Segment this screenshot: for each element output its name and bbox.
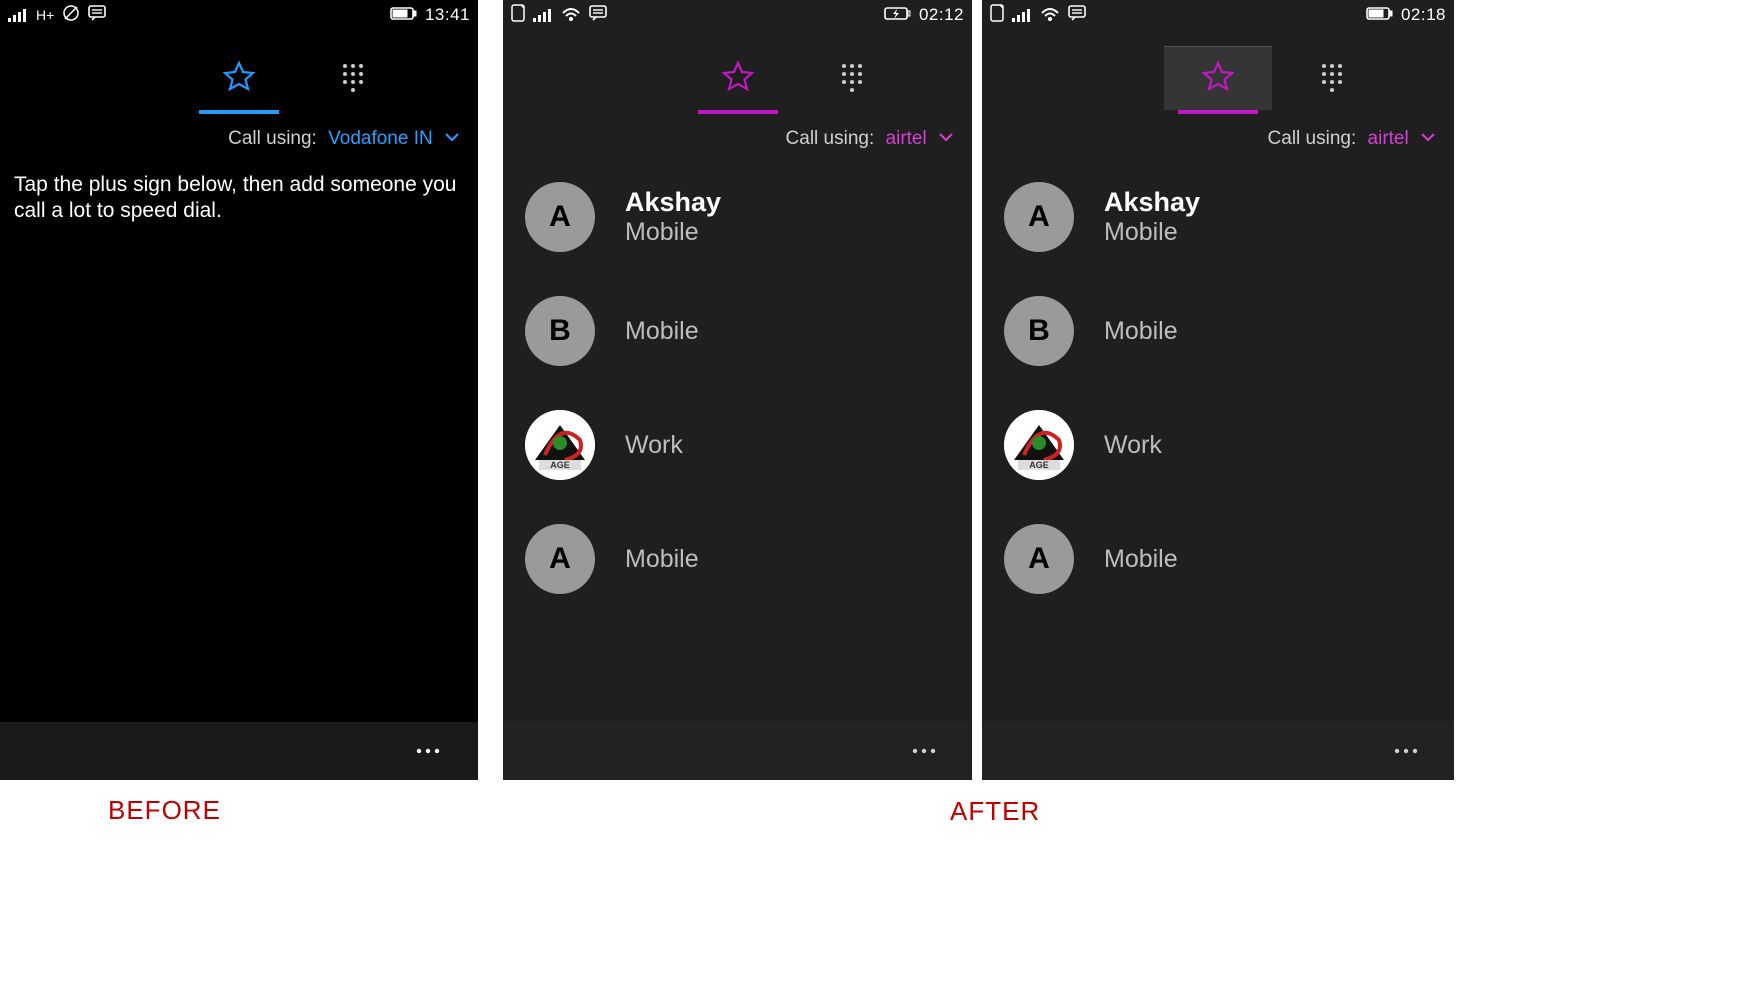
message-icon (88, 4, 106, 26)
list-item[interactable]: Work (503, 388, 972, 502)
contact-type: Mobile (625, 218, 721, 247)
wifi-icon (1040, 5, 1060, 25)
location-off-icon (62, 4, 80, 26)
call-using-row[interactable]: Call using: airtel (503, 122, 972, 154)
phone-after-1: 02:12 Call using: airtel A Akshay Mobile… (503, 0, 972, 780)
voicemail-button[interactable] (166, 729, 210, 773)
message-icon (589, 4, 607, 26)
call-using-row[interactable]: Call using: Vodafone IN (0, 122, 478, 154)
carrier-name: airtel (1368, 128, 1409, 149)
tab-speed-dial[interactable] (1188, 52, 1248, 100)
chevron-down-icon (938, 126, 954, 148)
chevron-down-icon (444, 126, 460, 148)
contact-type: Mobile (1104, 545, 1178, 574)
battery-charging-icon (884, 5, 911, 26)
sim-icon (990, 4, 1004, 26)
tab-strip (982, 28, 1454, 100)
tab-strip (0, 28, 478, 100)
contact-type: Mobile (1104, 317, 1178, 346)
caption-after: AFTER (950, 796, 1040, 827)
tab-dialpad[interactable] (1302, 52, 1362, 100)
add-button[interactable] (814, 729, 858, 773)
tab-history[interactable] (95, 52, 155, 100)
sim-icon (511, 4, 525, 26)
list-item[interactable]: A Mobile (503, 502, 972, 616)
call-using-label: Call using: (228, 128, 317, 149)
tab-history[interactable] (1074, 52, 1134, 100)
speed-dial-list: A Akshay Mobile B Mobile Work A (503, 160, 972, 616)
list-item[interactable]: A Akshay Mobile (982, 160, 1454, 274)
voicemail-button[interactable] (1120, 729, 1164, 773)
contact-type: Mobile (625, 545, 699, 574)
tab-strip (503, 28, 972, 100)
tab-speed-dial[interactable] (209, 52, 269, 100)
contact-type: Work (1104, 431, 1162, 460)
avatar-logo (1004, 410, 1074, 480)
list-item[interactable]: A Mobile (982, 502, 1454, 616)
signal-icon (533, 8, 553, 23)
app-bar (503, 722, 972, 780)
contact-type: Mobile (1104, 218, 1200, 247)
tab-dialpad[interactable] (323, 52, 383, 100)
clock: 13:41 (425, 5, 470, 25)
avatar: A (1004, 182, 1074, 252)
status-bar: 02:18 (982, 0, 1454, 28)
more-button[interactable] (406, 729, 450, 773)
tab-dialpad[interactable] (822, 52, 882, 100)
status-bar: 02:12 (503, 0, 972, 28)
list-item[interactable]: B Mobile (982, 274, 1454, 388)
people-button[interactable] (726, 729, 770, 773)
people-button[interactable] (246, 729, 290, 773)
avatar: A (1004, 524, 1074, 594)
clock: 02:18 (1401, 5, 1446, 25)
app-bar (0, 722, 478, 780)
message-icon (1068, 4, 1086, 26)
phone-before: H+ 13:41 Call using: Vodafone IN (0, 0, 478, 780)
voicemail-button[interactable] (638, 729, 682, 773)
signal-icon (1012, 8, 1032, 23)
list-item[interactable]: B Mobile (503, 274, 972, 388)
signal-icon (8, 8, 28, 23)
tab-history[interactable] (594, 52, 654, 100)
list-item[interactable]: A Akshay Mobile (503, 160, 972, 274)
avatar: B (1004, 296, 1074, 366)
chevron-down-icon (1420, 126, 1436, 148)
more-button[interactable] (1384, 729, 1428, 773)
contact-type: Mobile (625, 317, 699, 346)
call-using-label: Call using: (1268, 128, 1357, 149)
avatar: A (525, 524, 595, 594)
phone-after-2: 02:18 Call using: airtel A Akshay Mobile (982, 0, 1454, 780)
status-bar: H+ 13:41 (0, 0, 478, 28)
empty-instructions: Tap the plus sign below, then add someon… (0, 154, 478, 225)
more-button[interactable] (902, 729, 946, 773)
clock: 02:12 (919, 5, 964, 25)
list-item[interactable]: Work (982, 388, 1454, 502)
add-button[interactable] (326, 729, 370, 773)
carrier-name: airtel (886, 128, 927, 149)
call-using-label: Call using: (786, 128, 875, 149)
avatar: A (525, 182, 595, 252)
contact-type: Work (625, 431, 683, 460)
avatar: B (525, 296, 595, 366)
tab-speed-dial[interactable] (708, 52, 768, 100)
network-type: H+ (36, 7, 54, 23)
wifi-icon (561, 5, 581, 25)
people-button[interactable] (1208, 729, 1252, 773)
battery-icon (1366, 5, 1393, 26)
avatar-logo (525, 410, 595, 480)
carrier-name: Vodafone IN (328, 128, 433, 149)
speed-dial-list: A Akshay Mobile B Mobile Work A (982, 160, 1454, 616)
add-button[interactable] (1296, 729, 1340, 773)
app-bar (982, 722, 1454, 780)
call-using-row[interactable]: Call using: airtel (982, 122, 1454, 154)
contact-name: Akshay (625, 187, 721, 218)
caption-before: BEFORE (108, 795, 221, 826)
contact-name: Akshay (1104, 187, 1200, 218)
battery-icon (390, 5, 417, 26)
